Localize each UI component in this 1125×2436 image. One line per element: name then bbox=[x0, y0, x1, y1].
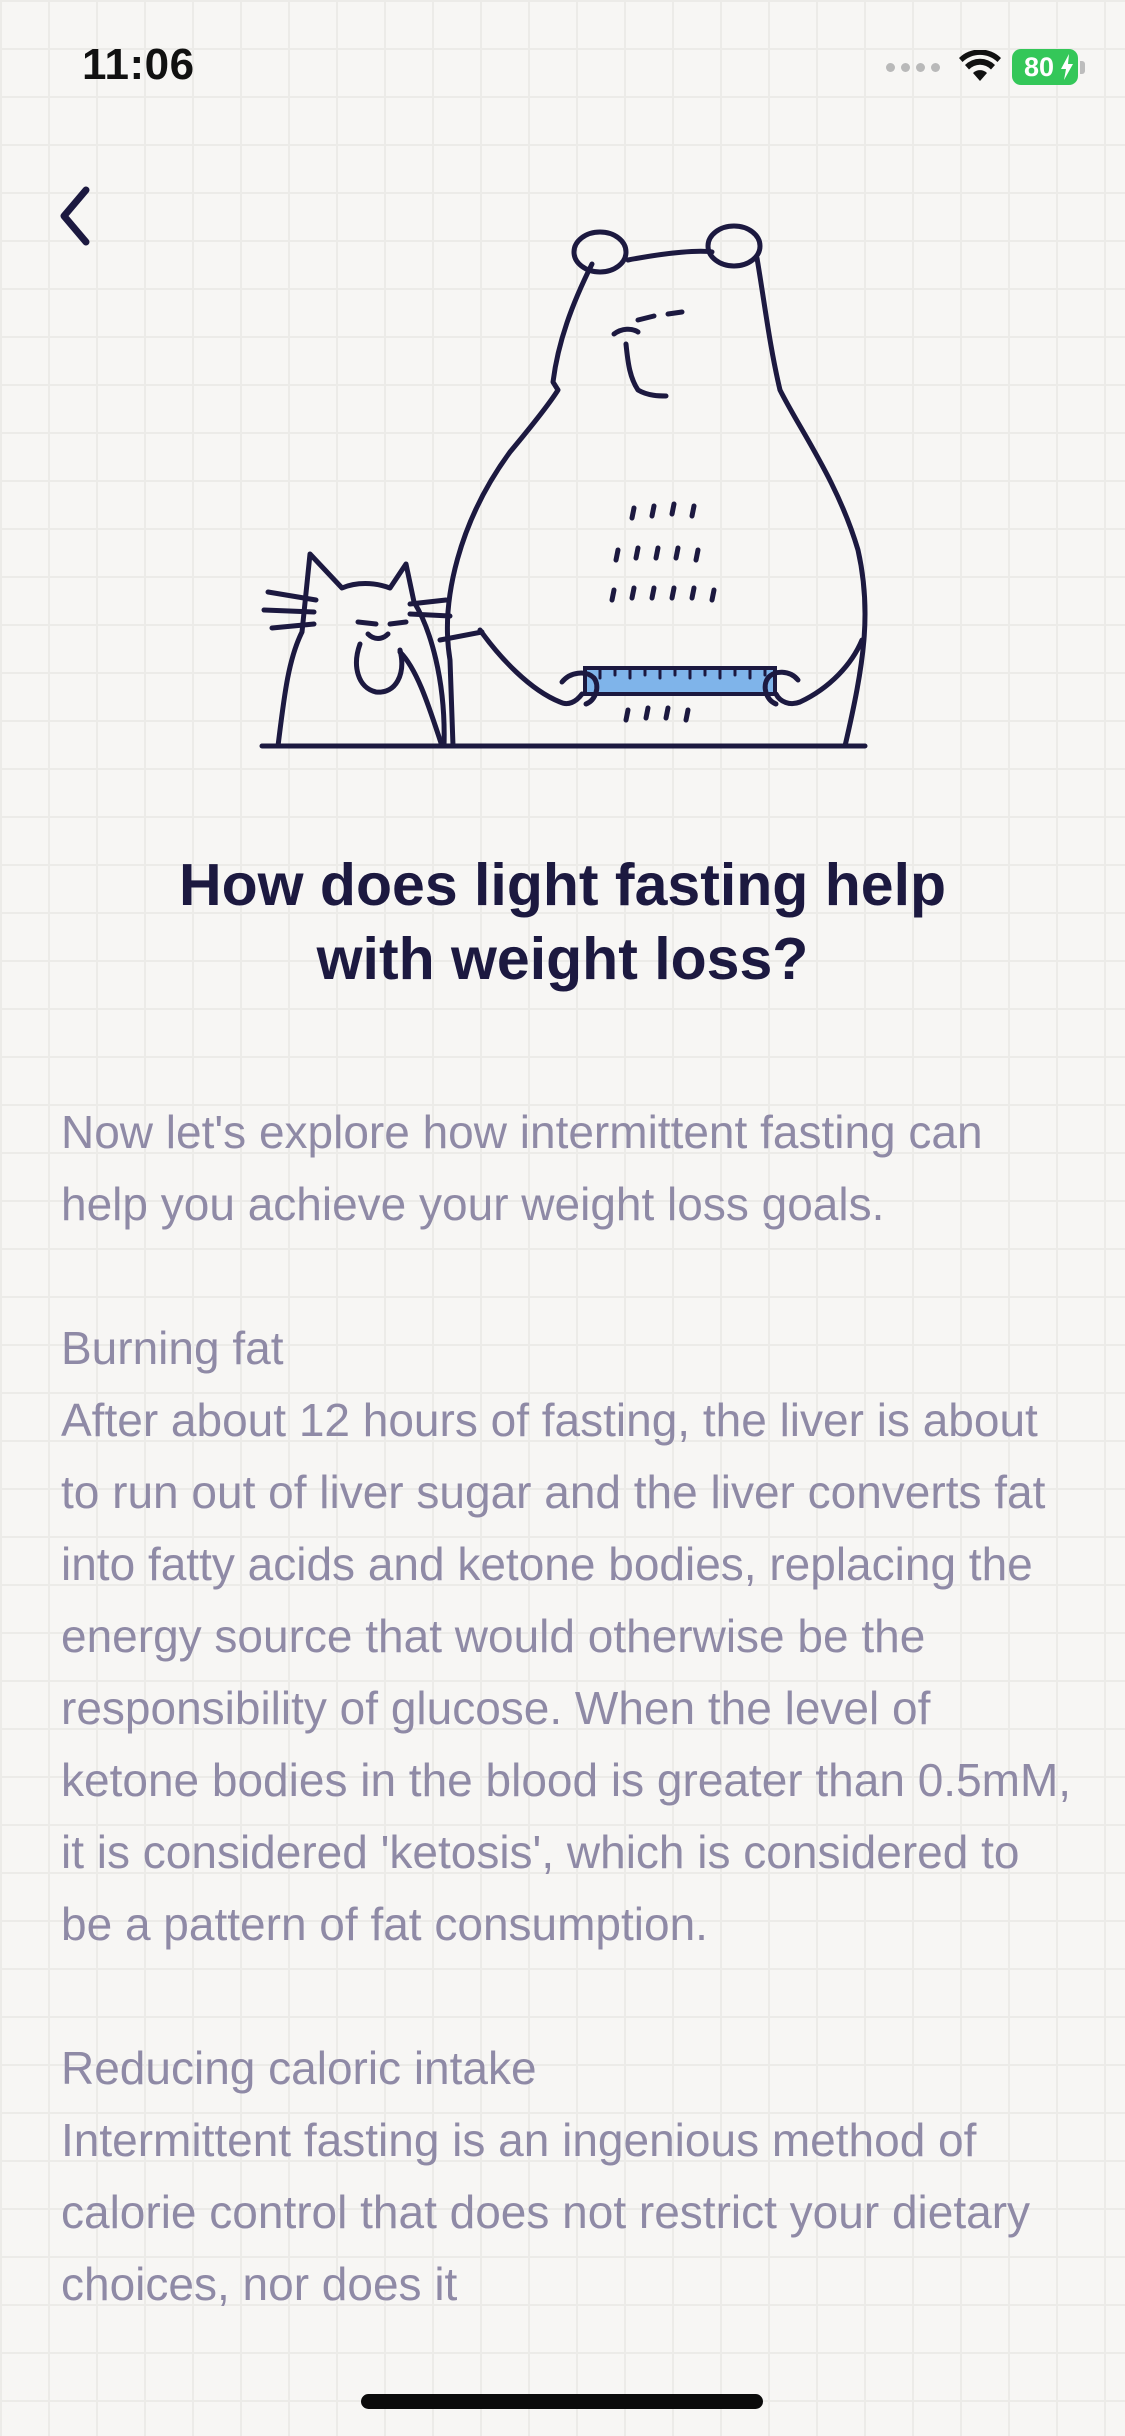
status-icons: 80 bbox=[886, 46, 1085, 88]
battery-icon: 80 bbox=[1012, 49, 1078, 85]
article-content: Now let's explore how intermittent fasti… bbox=[61, 1096, 1076, 2320]
article-intro: Now let's explore how intermittent fasti… bbox=[61, 1106, 983, 1230]
article-title: How does light fasting help with weight … bbox=[90, 848, 1035, 996]
article-title-line1: How does light fasting help bbox=[179, 852, 946, 918]
home-indicator[interactable] bbox=[361, 2394, 763, 2409]
section-heading: Burning fat bbox=[61, 1322, 284, 1374]
charging-bolt-icon bbox=[1061, 54, 1073, 80]
section-body: Intermittent fasting is an ingenious met… bbox=[61, 2114, 1031, 2310]
hero-illustration bbox=[259, 223, 868, 749]
section-heading: Reducing caloric intake bbox=[61, 2042, 537, 2094]
section-body: After about 12 hours of fasting, the liv… bbox=[61, 1394, 1072, 1950]
battery-nub bbox=[1080, 60, 1085, 74]
back-button[interactable] bbox=[48, 178, 104, 254]
article-title-line2: with weight loss? bbox=[316, 926, 809, 992]
wifi-icon bbox=[959, 50, 1001, 81]
status-time: 11:06 bbox=[82, 40, 195, 89]
status-bar: 11:06 80 bbox=[0, 0, 1125, 132]
chevron-left-icon bbox=[60, 186, 90, 246]
signal-dots-icon bbox=[886, 62, 940, 72]
battery-percent: 80 bbox=[1023, 51, 1055, 82]
